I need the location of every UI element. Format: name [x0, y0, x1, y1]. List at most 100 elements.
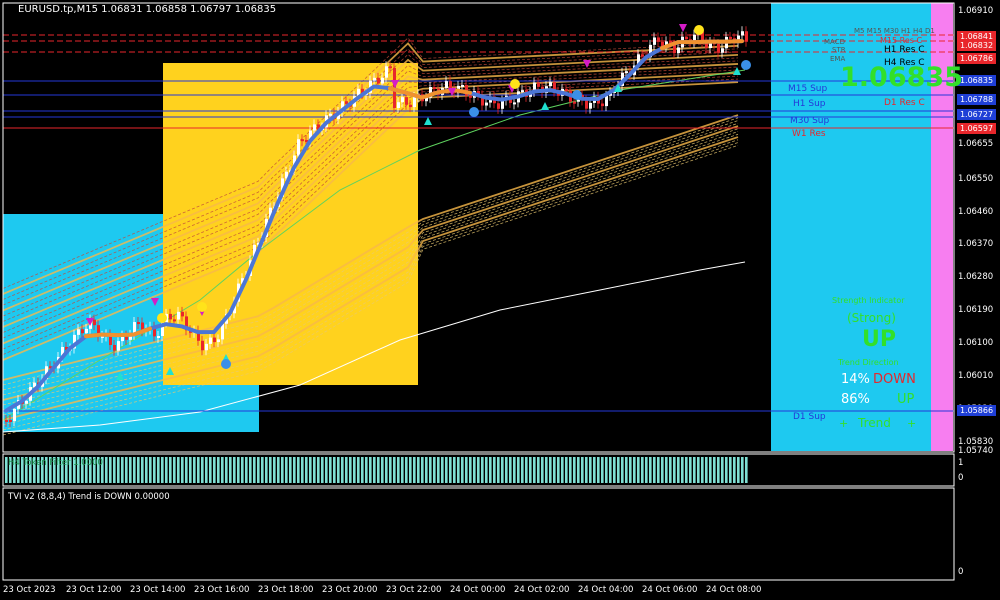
histogram-bar	[401, 457, 404, 483]
panel-trend-right-arrow-icon: +	[907, 417, 917, 430]
histogram-bar	[317, 457, 320, 483]
histogram-bar	[457, 457, 460, 483]
histogram-bar	[353, 457, 356, 483]
histogram-bar	[733, 457, 736, 483]
candle-body	[449, 81, 452, 89]
histogram-bar	[593, 457, 596, 483]
histogram-bar	[649, 457, 652, 483]
candle-body	[117, 341, 120, 351]
subwindow1-axis-bottom: 0	[958, 473, 964, 483]
histogram-bar	[745, 457, 748, 483]
histogram-bar	[137, 457, 140, 483]
histogram-bar	[205, 457, 208, 483]
price-tick: 1.06010	[958, 371, 994, 381]
histogram-bar	[329, 457, 332, 483]
time-tick: 23 Oct 22:00	[386, 585, 442, 595]
histogram-bar	[185, 457, 188, 483]
histogram-bar	[105, 457, 108, 483]
histogram-bar	[709, 457, 712, 483]
price-tick: 1.06655	[958, 139, 994, 149]
histogram-bar	[449, 457, 452, 483]
histogram-bar	[141, 457, 144, 483]
candle-body	[413, 96, 416, 108]
histogram-bar	[725, 457, 728, 483]
histogram-bar	[621, 457, 624, 483]
candle-body	[657, 37, 660, 42]
histogram-bar	[601, 457, 604, 483]
histogram-bar	[301, 457, 304, 483]
histogram-bar	[609, 457, 612, 483]
histogram-bar	[117, 457, 120, 483]
candle-body	[93, 319, 96, 326]
histogram-bar	[333, 457, 336, 483]
histogram-bar	[361, 457, 364, 483]
candle-body	[565, 88, 568, 91]
histogram-bar	[473, 457, 476, 483]
histogram-bar	[653, 457, 656, 483]
h1-sup-label: H1 Sup	[793, 99, 826, 109]
histogram-bar	[629, 457, 632, 483]
candle-body	[157, 336, 160, 339]
histogram-bar	[377, 457, 380, 483]
histogram-bar	[429, 457, 432, 483]
histogram-bar	[153, 457, 156, 483]
histogram-bar	[477, 457, 480, 483]
candle-body	[521, 90, 524, 93]
panel-row-str: STR	[832, 46, 846, 54]
candle-body	[81, 329, 84, 334]
histogram-bar	[541, 457, 544, 483]
histogram-bar	[421, 457, 424, 483]
price-tick: 1.06370	[958, 239, 994, 249]
candle-body	[213, 337, 216, 343]
histogram-bar	[565, 457, 568, 483]
histogram-bar	[673, 457, 676, 483]
subwindow1-axis-top: 1	[958, 458, 964, 468]
histogram-bar	[437, 457, 440, 483]
histogram-bar	[281, 457, 284, 483]
histogram-bar	[581, 457, 584, 483]
histogram-bar	[685, 457, 688, 483]
candle-body	[13, 408, 16, 422]
histogram-bar	[121, 457, 124, 483]
price-box: 1.05866	[957, 405, 996, 416]
histogram-bar	[641, 457, 644, 483]
candle-body	[673, 44, 676, 54]
price-tick: 1.06100	[958, 338, 994, 348]
candle-body	[641, 54, 644, 57]
histogram-bar	[665, 457, 668, 483]
candle-body	[601, 103, 604, 107]
panel-direction-label: Trend Direction	[838, 358, 899, 367]
panel-up-word: UP	[897, 392, 915, 407]
candle-body	[585, 100, 588, 109]
candle-body	[573, 101, 576, 104]
histogram-bar	[573, 457, 576, 483]
histogram-bar	[669, 457, 672, 483]
candle-body	[217, 339, 220, 343]
histogram-bar	[193, 457, 196, 483]
time-tick: 24 Oct 04:00	[578, 585, 634, 595]
panel-timeframes: M5 M15 M30 H1 H4 D1	[854, 27, 935, 35]
candle-body	[113, 345, 116, 351]
candle-body	[433, 87, 436, 90]
candle-body	[729, 36, 732, 39]
price-tick: 1.06460	[958, 207, 994, 217]
subwindow2-axis-bottom: 0	[958, 567, 964, 577]
time-tick: 23 Oct 2023	[3, 585, 56, 595]
histogram-bar	[245, 457, 248, 483]
time-tick: 24 Oct 06:00	[642, 585, 698, 595]
histogram-bar	[189, 457, 192, 483]
candle-body	[501, 100, 504, 109]
panel-big-price: 1.06835	[840, 62, 963, 93]
histogram-bar	[589, 457, 592, 483]
histogram-bar	[425, 457, 428, 483]
up-arrow-icon	[541, 102, 549, 110]
histogram-bar	[577, 457, 580, 483]
histogram-bar	[413, 457, 416, 483]
histogram-bar	[525, 457, 528, 483]
histogram-bar	[177, 457, 180, 483]
candle-body	[469, 95, 472, 98]
candle-body	[685, 36, 688, 40]
price-box: 1.06788	[957, 94, 996, 105]
time-tick: 23 Oct 18:00	[258, 585, 314, 595]
histogram-bar	[405, 457, 408, 483]
